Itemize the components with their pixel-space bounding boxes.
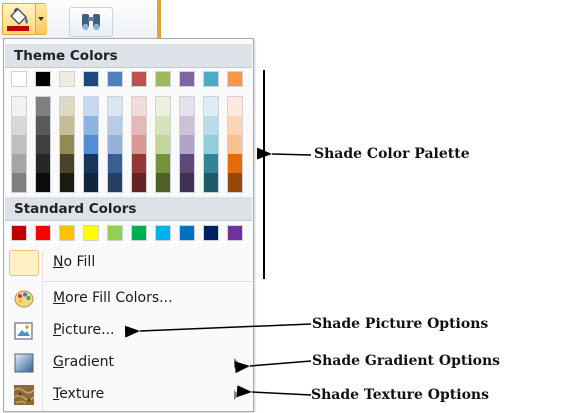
palette-arrow [256,147,312,160]
gradient-arrow [234,360,312,374]
annotation-shade-gradient-options: Shade Gradient Options [312,353,501,369]
annotation-arrows [124,70,312,398]
texture-arrow [236,385,312,398]
annotation-shade-picture-options: Shade Picture Options [312,316,489,332]
picture-arrow [124,323,312,338]
annotation-shade-texture-options: Shade Texture Options [311,387,489,403]
annotation-shade-color-palette: Shade Color Palette [314,146,470,162]
